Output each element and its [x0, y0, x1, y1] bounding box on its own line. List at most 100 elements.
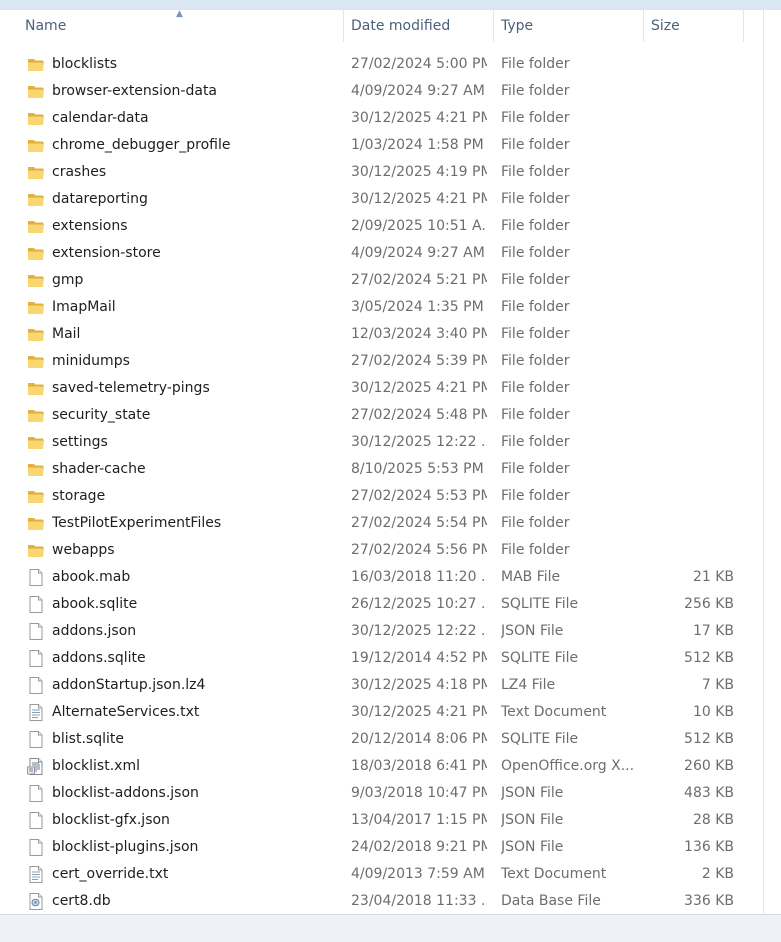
file-type: SQLITE File — [501, 731, 579, 747]
file-type: File folder — [501, 542, 570, 558]
column-divider[interactable] — [493, 10, 494, 42]
file-type: File folder — [501, 137, 570, 153]
file-icon — [27, 569, 45, 586]
file-row[interactable]: shader-cache 8/10/2025 5:53 PM File folder — [0, 456, 781, 483]
file-row[interactable]: addons.sqlite 19/12/2014 4:52 PM SQLITE Fi… — [0, 645, 781, 672]
file-type: File folder — [501, 407, 570, 423]
file-size — [643, 132, 734, 159]
file-row[interactable]: webapps 27/02/2024 5:56 PM File folder — [0, 537, 781, 564]
file-row[interactable]: cert8.db 23/04/2018 11:33 ... Data Base Fi… — [0, 888, 781, 915]
file-date-modified: 30/12/2025 4:21 PM — [351, 110, 487, 126]
file-date-modified: 30/12/2025 4:21 PM — [351, 704, 487, 720]
file-name: extension-store — [52, 245, 161, 261]
file-type: Text Document — [501, 866, 607, 882]
folder-icon — [27, 326, 45, 343]
file-name: extensions — [52, 218, 128, 234]
file-size: 10 KB — [692, 704, 734, 720]
folder-icon — [27, 245, 45, 262]
file-type: File folder — [501, 218, 570, 234]
file-row[interactable]: datareporting 30/12/2025 4:21 PM File fold… — [0, 186, 781, 213]
file-row[interactable]: addonStartup.json.lz4 30/12/2025 4:18 PM L… — [0, 672, 781, 699]
file-row[interactable]: AlternateServices.txt 30/12/2025 4:21 PM T… — [0, 699, 781, 726]
file-name: webapps — [52, 542, 115, 558]
file-type: File folder — [501, 299, 570, 315]
file-row[interactable]: chrome_debugger_profile 1/03/2024 1:58 PM… — [0, 132, 781, 159]
file-row[interactable]: settings 30/12/2025 12:22 ... File folder — [0, 429, 781, 456]
file-row[interactable]: saved-telemetry-pings 30/12/2025 4:21 PM F… — [0, 375, 781, 402]
file-row[interactable]: browser-extension-data 4/09/2024 9:27 AM F… — [0, 78, 781, 105]
folder-icon — [27, 515, 45, 532]
file-row[interactable]: extension-store 4/09/2024 9:27 AM File fol… — [0, 240, 781, 267]
file-type: File folder — [501, 515, 570, 531]
column-header-date-modified[interactable]: Date modified — [351, 10, 489, 42]
file-size — [643, 294, 734, 321]
file-date-modified: 27/02/2024 5:54 PM — [351, 515, 487, 531]
file-size — [643, 402, 734, 429]
file-row[interactable]: calendar-data 30/12/2025 4:21 PM File fold… — [0, 105, 781, 132]
file-name: shader-cache — [52, 461, 146, 477]
file-date-modified: 8/10/2025 5:53 PM — [351, 461, 484, 477]
folder-icon — [27, 56, 45, 73]
file-row[interactable]: extensions 2/09/2025 10:51 A... File folde… — [0, 213, 781, 240]
file-date-modified: 3/05/2024 1:35 PM — [351, 299, 484, 315]
file-size — [643, 159, 734, 186]
file-type: File folder — [501, 380, 570, 396]
column-header-type[interactable]: Type — [501, 10, 639, 42]
file-size — [643, 267, 734, 294]
file-row[interactable]: crashes 30/12/2025 4:19 PM File folder — [0, 159, 781, 186]
file-row[interactable]: abook.sqlite 26/12/2025 10:27 ... SQLITE F… — [0, 591, 781, 618]
file-type: MAB File — [501, 569, 561, 585]
file-size — [643, 429, 734, 456]
file-size: 136 KB — [684, 839, 734, 855]
column-divider[interactable] — [743, 10, 744, 42]
file-row[interactable]: TestPilotExperimentFiles 27/02/2024 5:54 … — [0, 510, 781, 537]
xml-document-icon — [27, 758, 45, 775]
file-name: blocklist.xml — [52, 758, 140, 774]
file-size — [643, 321, 734, 348]
file-type: Data Base File — [501, 893, 601, 909]
file-row[interactable]: blocklist-addons.json 9/03/2018 10:47 PM J… — [0, 780, 781, 807]
database-file-icon — [27, 893, 45, 910]
file-type: File folder — [501, 488, 570, 504]
file-size: 260 KB — [684, 758, 734, 774]
file-row[interactable]: ImapMail 3/05/2024 1:35 PM File folder — [0, 294, 781, 321]
file-row[interactable]: cert_override.txt 4/09/2013 7:59 AM Text D… — [0, 861, 781, 888]
file-icon — [27, 731, 45, 748]
file-row[interactable]: abook.mab 16/03/2018 11:20 ... MAB File 21 … — [0, 564, 781, 591]
file-row[interactable]: blocklist-plugins.json 24/02/2018 9:21 PM… — [0, 834, 781, 861]
column-divider[interactable] — [343, 10, 344, 42]
file-size — [643, 348, 734, 375]
file-row[interactable]: addons.json 30/12/2025 12:22 ... JSON File… — [0, 618, 781, 645]
file-row[interactable]: Mail 12/03/2024 3:40 PM File folder — [0, 321, 781, 348]
text-document-icon — [27, 866, 45, 883]
file-name: browser-extension-data — [52, 83, 218, 99]
file-name: blocklist-gfx.json — [52, 812, 170, 828]
file-name: addonStartup.json.lz4 — [52, 677, 206, 693]
file-date-modified: 26/12/2025 10:27 ... — [351, 596, 487, 612]
file-type: JSON File — [501, 623, 564, 639]
folder-icon — [27, 542, 45, 559]
file-size: 21 KB — [692, 569, 734, 585]
file-row[interactable]: blocklist-gfx.json 13/04/2017 1:15 PM JSON… — [0, 807, 781, 834]
file-size — [643, 510, 734, 537]
file-row[interactable]: blocklists 27/02/2024 5:00 PM File folder — [0, 51, 781, 78]
file-size: 512 KB — [684, 650, 734, 666]
file-row[interactable]: minidumps 27/02/2024 5:39 PM File folder — [0, 348, 781, 375]
file-type: File folder — [501, 110, 570, 126]
file-icon — [27, 650, 45, 667]
text-document-icon — [27, 704, 45, 721]
file-date-modified: 30/12/2025 4:21 PM — [351, 380, 487, 396]
file-date-modified: 30/12/2025 4:18 PM — [351, 677, 487, 693]
folder-icon — [27, 218, 45, 235]
file-name: Mail — [52, 326, 81, 342]
file-name: gmp — [52, 272, 84, 288]
column-header-size[interactable]: Size — [651, 10, 741, 42]
file-row[interactable]: storage 27/02/2024 5:53 PM File folder — [0, 483, 781, 510]
column-divider[interactable] — [643, 10, 644, 42]
file-row[interactable]: security_state 27/02/2024 5:48 PM File fol… — [0, 402, 781, 429]
file-row[interactable]: blocklist.xml 18/03/2018 6:41 PM OpenOffic… — [0, 753, 781, 780]
file-row[interactable]: gmp 27/02/2024 5:21 PM File folder — [0, 267, 781, 294]
file-date-modified: 27/02/2024 5:00 PM — [351, 56, 487, 72]
file-row[interactable]: blist.sqlite 20/12/2014 8:06 PM SQLITE Fil… — [0, 726, 781, 753]
file-size: 2 KB — [701, 866, 734, 882]
